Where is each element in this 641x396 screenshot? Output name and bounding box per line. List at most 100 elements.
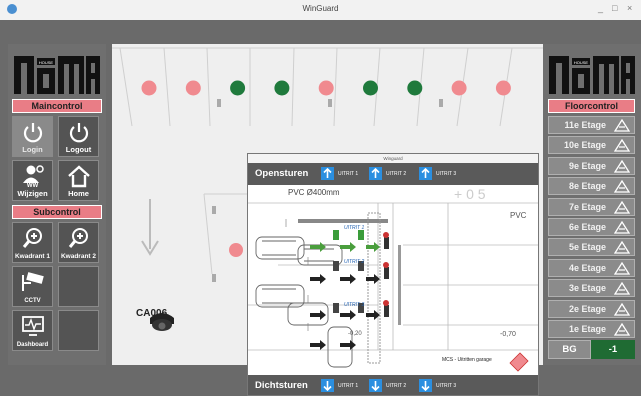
dashboard-button[interactable]: Dashboard	[12, 310, 53, 351]
parking-spot-indicator[interactable]	[318, 80, 334, 96]
open-uitrit-1-button[interactable]	[321, 167, 334, 180]
uitrit-control-popup: Winguard Opensturen UITRIT 1 UITRIT 2 UI…	[247, 153, 539, 396]
parking-spot-indicator[interactable]	[407, 80, 423, 96]
parking-spot-indicator[interactable]	[495, 80, 511, 96]
dichtsturen-label: Dichtsturen	[255, 380, 308, 391]
noma-logo: HOUSE	[14, 56, 100, 94]
dichtsturen-bar: Dichtsturen UITRIT 1 UITRIT 2 UITRIT 3	[248, 375, 538, 395]
floor-label: 5e Etage	[568, 242, 606, 253]
opensturen-bar: Opensturen UITRIT 1 UITRIT 2 UITRIT 3	[248, 163, 538, 185]
floor-button[interactable]: 1e Etage	[548, 320, 635, 338]
user-settings-icon	[22, 165, 44, 183]
close-uitrit-2-button[interactable]	[369, 379, 382, 392]
floor-label: 4e Etage	[568, 262, 606, 273]
floor-plan-icon	[614, 159, 630, 173]
parking-spot-indicator[interactable]	[185, 80, 201, 96]
mcs-caption: MCS - Uitritten garage	[442, 357, 492, 363]
floor-label: 11e Etage	[564, 120, 606, 130]
window-title: WinGuard	[302, 4, 339, 13]
home-label: Home	[68, 189, 89, 198]
empty-tile	[58, 310, 99, 351]
arrow-up-icon	[371, 167, 380, 178]
subcontrol-header: Subcontrol	[12, 205, 102, 219]
power-icon	[69, 123, 88, 143]
left-panel: HOUSE Maincontrol Login Logout WW Wijzig…	[8, 44, 106, 365]
basement-row: BG -1	[548, 340, 635, 359]
floor-button[interactable]: 10e Etage	[548, 136, 635, 155]
popup-title: Winguard	[248, 154, 538, 163]
floor-button[interactable]: 9e Etage	[548, 156, 635, 175]
pvc-right-label: PVC	[510, 211, 527, 220]
login-button[interactable]: Login	[12, 116, 53, 157]
basement-level-indicator[interactable]: -1	[591, 340, 635, 359]
floor-button[interactable]: 2e Etage	[548, 299, 635, 318]
floor-plan-icon	[614, 180, 630, 193]
arrow-up-icon	[323, 167, 332, 178]
exit-floorplan: + 0 5 PVC Ø400mm PVC UITRIT 1 UITRIT 2 U…	[248, 185, 538, 375]
floor-plan-icon	[614, 200, 630, 214]
parking-spot-indicator[interactable]	[141, 80, 157, 96]
floor-button[interactable]: 5e Etage	[548, 238, 635, 257]
ww-wijzigen-button[interactable]: WW Wijzigen	[12, 160, 53, 201]
svg-text:+ 0 5: + 0 5	[454, 186, 486, 202]
floor-button[interactable]: 7e Etage	[548, 197, 635, 216]
close-button[interactable]: ×	[627, 3, 632, 13]
floor-button[interactable]: 8e Etage	[548, 177, 635, 196]
basement-button[interactable]: BG	[548, 340, 591, 359]
plan-uitrit-2-label: UITRIT 2	[344, 259, 365, 265]
close-uitrit-1-button[interactable]	[321, 379, 334, 392]
cctv-button[interactable]: CCTV	[12, 266, 53, 307]
window-titlebar: WinGuard _ □ ×	[0, 0, 641, 21]
empty-tile	[58, 266, 99, 307]
floor-label: 1e Etage	[568, 324, 606, 334]
uitrit-2-label: UITRIT 2	[386, 383, 407, 389]
floorcontrol-header: Floorcontrol	[548, 99, 635, 113]
kwadrant-1-button[interactable]: Kwadrant 1	[12, 222, 53, 263]
svg-text:HOUSE: HOUSE	[39, 60, 54, 65]
floor-plan-icon	[614, 323, 630, 336]
minimize-button[interactable]: _	[598, 3, 603, 13]
camera-label: CA006	[136, 308, 168, 319]
cctv-camera-icon	[21, 272, 44, 291]
close-uitrit-3-button[interactable]	[419, 379, 432, 392]
parking-spot-indicator[interactable]	[363, 80, 378, 96]
zoom-in-icon	[22, 228, 42, 248]
kwadrant-2-button[interactable]: Kwadrant 2	[58, 222, 99, 263]
floor-label: 9e Etage	[568, 160, 606, 171]
parking-spot-indicator[interactable]	[451, 80, 467, 96]
kwadrant-2-label: Kwadrant 2	[60, 253, 97, 260]
uitrit-2-label: UITRIT 2	[386, 171, 407, 177]
floor-plan-icon	[614, 221, 630, 234]
open-uitrit-2-button[interactable]	[369, 167, 382, 180]
maximize-button[interactable]: □	[612, 3, 617, 13]
uitrit-1-label: UITRIT 1	[338, 171, 359, 177]
arrow-down-icon	[421, 381, 430, 392]
level-marker-1: -0,70	[500, 331, 516, 338]
parking-spot-indicator[interactable]	[274, 80, 290, 96]
pvc-pipe-label: PVC Ø400mm	[288, 188, 340, 197]
plan-uitrit-1-label: UITRIT 1	[344, 225, 365, 231]
floor-plan-icon	[614, 302, 630, 316]
floor-label: 3e Etage	[568, 283, 606, 294]
dashboard-label: Dashboard	[16, 342, 49, 348]
floor-button[interactable]: 6e Etage	[548, 218, 635, 236]
home-icon	[67, 165, 90, 188]
floor-button[interactable]: 4e Etage	[548, 258, 635, 277]
floor-plan-icon	[614, 241, 630, 255]
plan-uitrit-3-label: UITRIT 3	[344, 302, 365, 308]
floor-button[interactable]: 11e Etage	[548, 116, 635, 134]
cctv-label: CCTV	[24, 298, 41, 304]
open-uitrit-3-button[interactable]	[419, 167, 432, 180]
kwadrant-1-label: Kwadrant 1	[14, 253, 51, 260]
noma-logo: HOUSE	[549, 56, 635, 94]
logout-button[interactable]: Logout	[58, 116, 99, 157]
zoom-in-icon	[68, 228, 88, 248]
floor-plan-icon	[614, 139, 630, 153]
floor-label: 6e Etage	[568, 222, 606, 232]
floor-button[interactable]: 3e Etage	[548, 279, 635, 298]
level-marker-2: -0,20	[348, 331, 362, 337]
svg-text:HOUSE: HOUSE	[574, 60, 589, 65]
floor-plan-icon	[614, 119, 630, 132]
home-button[interactable]: Home	[58, 160, 99, 201]
parking-spot-indicator[interactable]	[230, 80, 246, 96]
